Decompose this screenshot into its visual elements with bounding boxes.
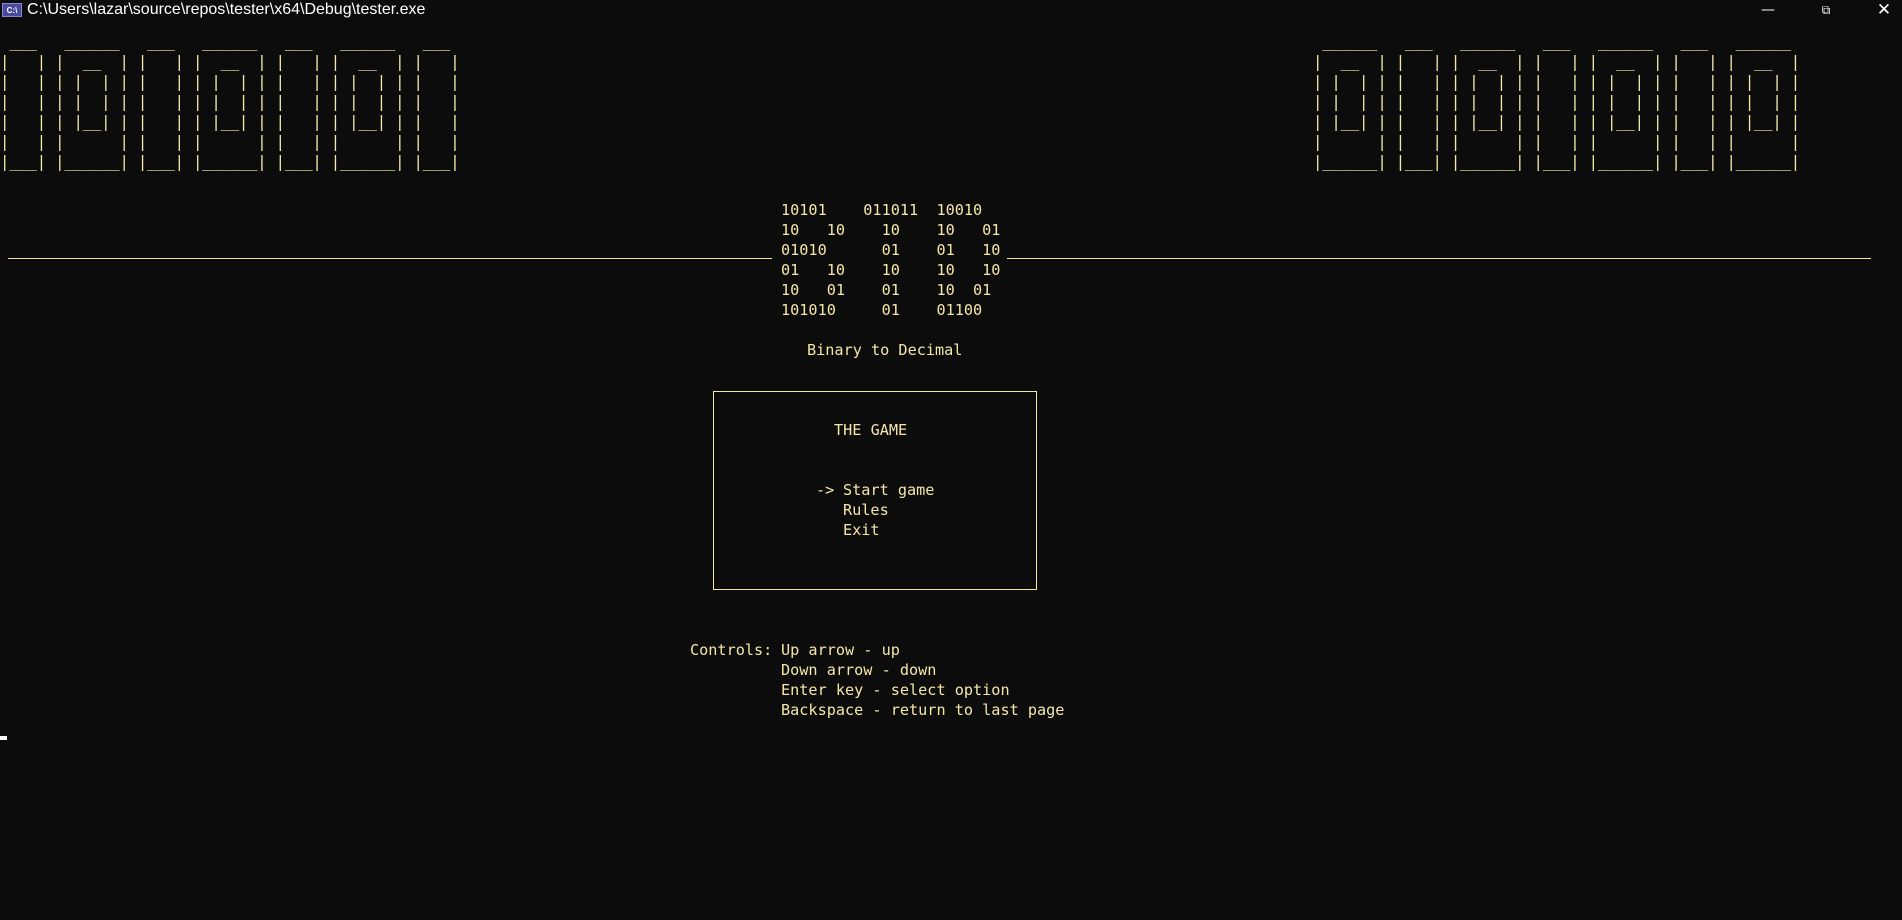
menu-selection-pointer: ->: [816, 481, 835, 499]
close-icon: ✕: [1876, 0, 1892, 20]
window-title: C:\Users\lazar\source\repos\tester\x64\D…: [27, 1, 426, 18]
divider-right: [1007, 258, 1871, 259]
menu-item-rules[interactable]: Rules: [843, 500, 889, 520]
ascii-banner-right: ______ ___ ______ ___ ______ ___ ______ …: [1313, 33, 1800, 171]
minimize-button[interactable]: —: [1748, 0, 1788, 20]
control-enter-key: Enter key - select option: [781, 681, 1010, 699]
controls-label: Controls:: [690, 641, 773, 659]
subtitle: Binary to Decimal: [807, 341, 963, 359]
restore-button[interactable]: ⧉: [1806, 0, 1846, 20]
console-area: ___ ______ ___ ______ ___ ______ ___ | |…: [0, 20, 1902, 920]
ascii-banner-left: ___ ______ ___ ______ ___ ______ ___ | |…: [0, 33, 460, 171]
divider-left: [8, 258, 772, 259]
control-down-arrow: Down arrow - down: [781, 661, 937, 679]
console-cursor: [0, 736, 7, 740]
control-backspace: Backspace - return to last page: [781, 701, 1065, 719]
menu-title: THE GAME: [834, 421, 908, 439]
menu-item-start-game[interactable]: Start game: [843, 480, 934, 500]
window-titlebar: C:\ C:\Users\lazar\source\repos\tester\x…: [0, 0, 1902, 20]
restore-icon: ⧉: [1821, 2, 1831, 17]
minimize-icon: —: [1761, 2, 1775, 18]
control-up-arrow: Up arrow - up: [781, 641, 900, 659]
binary-logo: 10101 011011 10010 10 10 10 10 01 01010 …: [781, 201, 1001, 319]
close-button[interactable]: ✕: [1864, 0, 1902, 20]
console-app-icon: C:\: [2, 3, 22, 17]
menu-item-exit[interactable]: Exit: [843, 520, 880, 540]
